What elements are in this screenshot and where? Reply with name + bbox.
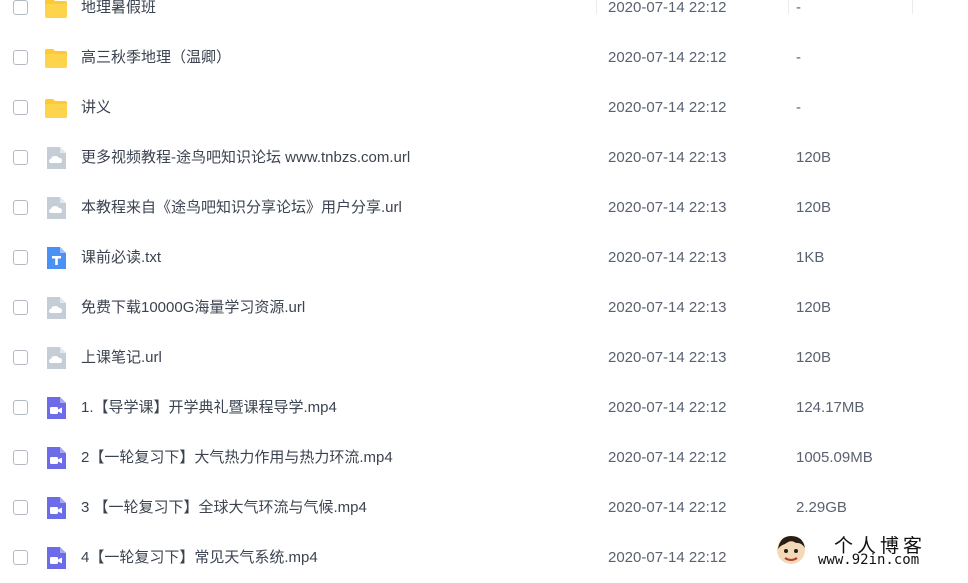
avatar-icon xyxy=(777,536,805,564)
file-modified-date: 2020-07-14 22:13 xyxy=(608,199,727,216)
file-modified-date: 2020-07-14 22:12 xyxy=(608,0,727,16)
video-file-icon xyxy=(44,496,68,520)
row-checkbox[interactable] xyxy=(13,100,28,115)
file-name[interactable]: 3 【一轮复习下】全球大气环流与气候.mp4 xyxy=(81,483,367,533)
file-row[interactable]: 免费下载10000G海量学习资源.url 2020-07-14 22:13 120B xyxy=(0,283,968,333)
file-name[interactable]: 1.【导学课】开学典礼暨课程导学.mp4 xyxy=(81,383,337,433)
watermark: 个人博客 www.92in.com xyxy=(774,530,964,570)
file-modified-date: 2020-07-14 22:12 xyxy=(608,549,727,566)
file-name[interactable]: 高三秋季地理（温卿） xyxy=(81,33,231,83)
file-name[interactable]: 更多视频教程-途鸟吧知识论坛 www.tnbzs.com.url xyxy=(81,133,410,183)
file-size: - xyxy=(796,49,801,66)
file-size: 2.29GB xyxy=(796,499,847,516)
row-checkbox[interactable] xyxy=(13,500,28,515)
url-file-icon xyxy=(44,346,68,370)
file-size: 120B xyxy=(796,349,832,366)
file-modified-date: 2020-07-14 22:12 xyxy=(608,449,727,466)
file-modified-date: 2020-07-14 22:13 xyxy=(608,149,727,166)
folder-icon xyxy=(44,96,68,120)
file-row[interactable]: 1.【导学课】开学典礼暨课程导学.mp4 2020-07-14 22:12 124.… xyxy=(0,383,968,433)
file-row[interactable]: 上课笔记.url 2020-07-14 22:13 120B xyxy=(0,333,968,383)
row-checkbox[interactable] xyxy=(13,50,28,65)
row-checkbox[interactable] xyxy=(13,300,28,315)
file-row[interactable]: 高三秋季地理（温卿） 2020-07-14 22:12 - xyxy=(0,33,968,83)
row-checkbox[interactable] xyxy=(13,400,28,415)
url-file-icon xyxy=(44,296,68,320)
file-name[interactable]: 地理暑假班 xyxy=(81,0,156,33)
file-name[interactable]: 课前必读.txt xyxy=(81,233,161,283)
row-checkbox[interactable] xyxy=(13,150,28,165)
row-checkbox[interactable] xyxy=(13,350,28,365)
row-checkbox[interactable] xyxy=(13,0,28,15)
file-modified-date: 2020-07-14 22:12 xyxy=(608,49,727,66)
video-file-icon xyxy=(44,396,68,420)
file-size: 120B xyxy=(796,199,832,216)
text-file-icon xyxy=(44,246,68,270)
watermark-url: www.92in.com xyxy=(818,552,920,568)
file-row[interactable]: 地理暑假班 2020-07-14 22:12 - xyxy=(0,0,968,33)
file-name[interactable]: 4【一轮复习下】常见天气系统.mp4 xyxy=(81,533,318,583)
folder-icon xyxy=(44,46,68,70)
file-size: 120B xyxy=(796,299,832,316)
file-modified-date: 2020-07-14 22:13 xyxy=(608,299,727,316)
file-size: 1005.09MB xyxy=(796,449,873,466)
video-file-icon xyxy=(44,546,68,570)
file-modified-date: 2020-07-14 22:12 xyxy=(608,399,727,416)
file-row[interactable]: 更多视频教程-途鸟吧知识论坛 www.tnbzs.com.url 2020-07-… xyxy=(0,133,968,183)
file-name[interactable]: 2【一轮复习下】大气热力作用与热力环流.mp4 xyxy=(81,433,393,483)
file-size: 1KB xyxy=(796,249,825,266)
file-modified-date: 2020-07-14 22:12 xyxy=(608,499,727,516)
file-name[interactable]: 本教程来自《途鸟吧知识分享论坛》用户分享.url xyxy=(81,183,402,233)
url-file-icon xyxy=(44,196,68,220)
row-checkbox[interactable] xyxy=(13,250,28,265)
file-row[interactable]: 讲义 2020-07-14 22:12 - xyxy=(0,83,968,133)
file-modified-date: 2020-07-14 22:13 xyxy=(608,249,727,266)
file-name[interactable]: 讲义 xyxy=(81,83,111,133)
file-size: 124.17MB xyxy=(796,399,865,416)
file-row[interactable]: 本教程来自《途鸟吧知识分享论坛》用户分享.url 2020-07-14 22:13… xyxy=(0,183,968,233)
file-row[interactable]: 课前必读.txt 2020-07-14 22:13 1KB xyxy=(0,233,968,283)
url-file-icon xyxy=(44,146,68,170)
file-row[interactable]: 3 【一轮复习下】全球大气环流与气候.mp4 2020-07-14 22:12 2.… xyxy=(0,483,968,533)
file-name[interactable]: 免费下载10000G海量学习资源.url xyxy=(81,283,305,333)
file-size: - xyxy=(796,99,801,116)
file-size: 120B xyxy=(796,149,832,166)
file-modified-date: 2020-07-14 22:13 xyxy=(608,349,727,366)
file-name[interactable]: 上课笔记.url xyxy=(81,333,162,383)
row-checkbox[interactable] xyxy=(13,550,28,565)
video-file-icon xyxy=(44,446,68,470)
row-checkbox[interactable] xyxy=(13,200,28,215)
file-modified-date: 2020-07-14 22:12 xyxy=(608,99,727,116)
file-size: - xyxy=(796,0,801,16)
file-row[interactable]: 2【一轮复习下】大气热力作用与热力环流.mp4 2020-07-14 22:12 1… xyxy=(0,433,968,483)
folder-icon xyxy=(44,0,68,20)
row-checkbox[interactable] xyxy=(13,450,28,465)
